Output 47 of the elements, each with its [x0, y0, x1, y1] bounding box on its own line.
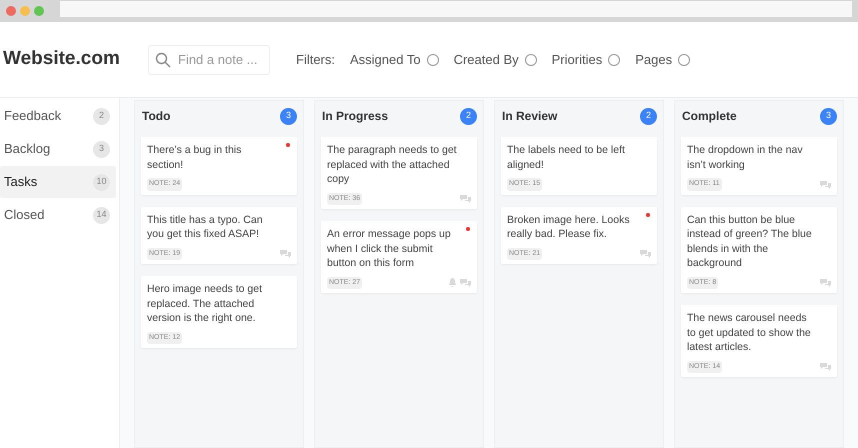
card-text: The dropdown in the nav isn’t working	[687, 143, 804, 172]
card-text: The news carousel needs to get updated to show the latest articles.	[687, 311, 812, 354]
filter-radio[interactable]	[678, 54, 690, 66]
comment-icon[interactable]	[460, 194, 471, 204]
card-text: There’s a bug in this section!	[147, 143, 242, 172]
count-badge: 2	[93, 108, 110, 124]
comment-icon[interactable]	[280, 249, 291, 258]
filter-radio[interactable]	[608, 54, 620, 66]
count-badge: 2	[640, 108, 657, 124]
card-text: An error message pops up when I click the submit button on this form	[327, 227, 452, 270]
comment-icon[interactable]	[820, 180, 831, 189]
filter-label: Pages	[635, 50, 672, 69]
card-text: The paragraph needs to get replaced with the attached copy	[327, 143, 457, 186]
count-badge: 2	[460, 108, 477, 124]
card-text: Broken image here. Looks really bad. Please fix.	[507, 212, 631, 242]
count-badge: 14	[93, 206, 110, 224]
comment-icon[interactable]	[640, 249, 651, 258]
column-title: Todo	[141, 108, 170, 125]
filter-label: Created By	[454, 50, 519, 69]
sidebar-item[interactable]: Tasks 10	[0, 166, 116, 198]
sidebar-item[interactable]: Backlog 3	[0, 133, 116, 165]
count-badge: 10	[93, 174, 110, 190]
filter-radio[interactable]	[426, 54, 439, 66]
comment-icon[interactable]	[820, 362, 831, 372]
address-bar[interactable]	[60, 1, 852, 17]
filters-label: Filters:	[296, 50, 335, 69]
sidebar-item[interactable]: Closed 14	[0, 199, 116, 231]
filter-label: Assigned To	[350, 50, 421, 69]
filter-label: Priorities	[552, 50, 602, 69]
card-text: The labels need to be left aligned!	[507, 143, 626, 172]
card-text: This title has a typo. Can you get this fixed ASAP!	[147, 212, 264, 242]
search-icon	[155, 52, 171, 68]
bell-icon[interactable]	[448, 278, 457, 288]
count-badge: 3	[280, 108, 297, 124]
comment-icon[interactable]	[460, 278, 471, 288]
column-title: Complete	[681, 108, 737, 125]
search-field[interactable]: Find a note ...	[148, 44, 270, 74]
column-title: In Review	[501, 108, 558, 125]
filter-radio[interactable]	[524, 54, 537, 66]
card-text: Can this button be blue instead of green? The blue blends in with the background	[687, 212, 813, 270]
column-title: In Progress	[321, 108, 388, 125]
site-title: Website.com	[3, 47, 121, 72]
sidebar-item[interactable]: Feedback 2	[0, 100, 116, 132]
card-text: Hero image needs to get replaced. The attached version is the right one.	[147, 282, 263, 326]
count-badge: 3	[93, 140, 110, 158]
comment-icon[interactable]	[820, 278, 831, 288]
count-badge: 3	[820, 108, 837, 124]
